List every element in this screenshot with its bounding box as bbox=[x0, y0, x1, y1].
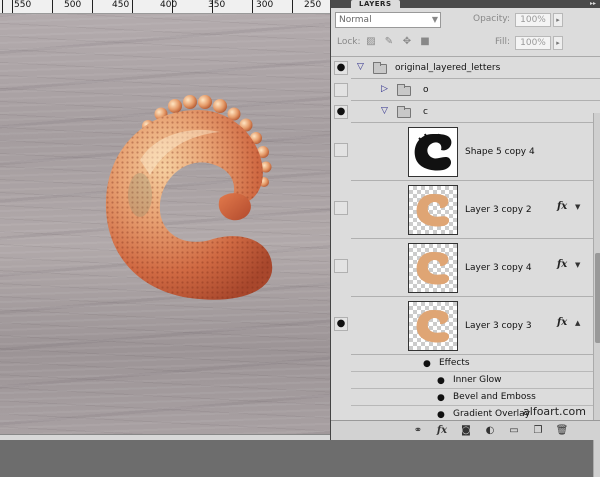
eye-icon[interactable]: ● bbox=[437, 410, 445, 420]
panel-tab-bar: LAYERS ▸▸ bbox=[331, 0, 600, 8]
layer-3-copy-3[interactable]: Layer 3 copy 3 fx ▲ bbox=[351, 297, 600, 355]
ruler-label: 400 bbox=[160, 0, 178, 10]
eye-icon: ● bbox=[336, 318, 346, 329]
layer-name: c bbox=[423, 107, 428, 117]
lock-pixels-icon[interactable]: ✎ bbox=[383, 36, 395, 48]
layer-list: ● ▽ original_layered_letters ▷ o ● ▽ c S… bbox=[331, 56, 600, 477]
effect-bevel-emboss[interactable]: ● Bevel and Emboss bbox=[351, 389, 600, 406]
visibility-toggle[interactable]: ● bbox=[334, 61, 348, 75]
letter-c-artwork bbox=[105, 95, 273, 300]
chevron-down-icon: ▼ bbox=[431, 15, 438, 24]
lock-position-icon[interactable]: ✥ bbox=[401, 36, 413, 48]
ruler-label: 450 bbox=[112, 0, 130, 10]
collapse-triangle-icon[interactable]: ▽ bbox=[357, 62, 364, 72]
blend-mode-value: Normal bbox=[339, 15, 372, 25]
visibility-toggle[interactable] bbox=[334, 143, 348, 157]
new-layer-icon[interactable]: ❐ bbox=[531, 424, 545, 438]
letter-thumbnail-icon bbox=[416, 194, 450, 227]
ruler-label: 250 bbox=[304, 0, 322, 10]
layer-thumbnail bbox=[408, 243, 458, 293]
layer-thumbnail bbox=[408, 185, 458, 235]
new-group-icon[interactable]: ▭ bbox=[507, 424, 521, 438]
opacity-field[interactable]: 100% bbox=[515, 13, 551, 27]
layer-group-o[interactable]: ▷ o bbox=[351, 79, 600, 101]
layer-thumbnail bbox=[408, 127, 458, 177]
lock-transparency-icon[interactable]: ▨ bbox=[365, 36, 377, 48]
fill-label: Fill: bbox=[495, 37, 511, 47]
eye-icon: ● bbox=[336, 62, 346, 73]
effect-name: Inner Glow bbox=[453, 375, 502, 385]
ruler-label: 550 bbox=[14, 0, 32, 10]
blend-mode-select[interactable]: Normal ▼ bbox=[335, 12, 441, 28]
layer-name: Layer 3 copy 2 bbox=[465, 205, 532, 215]
fill-field[interactable]: 100% bbox=[515, 36, 551, 50]
layers-panel: LAYERS ▸▸ Normal ▼ Opacity: 100% ▸ Lock:… bbox=[330, 0, 600, 477]
effects-label: Effects bbox=[439, 358, 470, 368]
chevron-up-icon[interactable]: ▲ bbox=[575, 319, 580, 327]
lock-label: Lock: bbox=[337, 37, 361, 47]
layer-3-copy-2[interactable]: Layer 3 copy 2 fx ▼ bbox=[351, 181, 600, 239]
opacity-slider-button[interactable]: ▸ bbox=[553, 13, 563, 27]
layer-3-copy-4[interactable]: Layer 3 copy 4 fx ▼ bbox=[351, 239, 600, 297]
layer-thumbnail bbox=[408, 301, 458, 351]
layer-name: original_layered_letters bbox=[395, 63, 501, 73]
visibility-toggle[interactable]: ● bbox=[334, 317, 348, 331]
letter-thumbnail-icon bbox=[416, 310, 450, 343]
letter-c-curl-tip bbox=[218, 193, 251, 221]
visibility-toggle[interactable]: ● bbox=[334, 105, 348, 119]
letter-thumbnail-icon bbox=[416, 252, 450, 285]
adjustment-icon[interactable]: ◐ bbox=[483, 424, 497, 438]
blend-controls: Normal ▼ Opacity: 100% ▸ bbox=[331, 10, 600, 30]
eye-icon: ● bbox=[336, 106, 346, 117]
layer-group-original-layered-letters[interactable]: ▽ original_layered_letters bbox=[351, 57, 600, 79]
ruler-label: 350 bbox=[208, 0, 226, 10]
folder-icon bbox=[397, 106, 411, 118]
letter-c-shade bbox=[128, 173, 152, 217]
expand-triangle-icon[interactable]: ▷ bbox=[381, 84, 388, 94]
folder-icon bbox=[373, 62, 387, 74]
layer-name: Shape 5 copy 4 bbox=[465, 147, 535, 157]
scrollbar-thumb[interactable] bbox=[595, 253, 600, 343]
eye-icon[interactable]: ● bbox=[437, 393, 445, 403]
chevron-down-icon[interactable]: ▼ bbox=[575, 261, 580, 269]
layer-name: Layer 3 copy 3 bbox=[465, 321, 532, 331]
panel-bottom-toolbar: ⚭ fx ◙ ◐ ▭ ❐ 🗑 bbox=[331, 420, 600, 440]
effect-inner-glow[interactable]: ● Inner Glow bbox=[351, 372, 600, 389]
chevron-down-icon[interactable]: ▼ bbox=[575, 203, 580, 211]
link-icon[interactable]: ⚭ bbox=[411, 424, 425, 438]
effect-name: Bevel and Emboss bbox=[453, 392, 536, 402]
canvas-area[interactable]: 550 500 450 400 350 300 250 bbox=[0, 0, 330, 440]
layer-name: Layer 3 copy 4 bbox=[465, 263, 532, 273]
horizontal-ruler: 550 500 450 400 350 300 250 bbox=[0, 0, 330, 14]
eye-icon[interactable]: ● bbox=[437, 376, 445, 386]
opacity-label: Opacity: bbox=[473, 14, 510, 24]
ruler-label: 500 bbox=[64, 0, 82, 10]
watermark: alfoart.com bbox=[523, 405, 586, 418]
effect-name: Gradient Overlay bbox=[453, 409, 531, 419]
visibility-toggle[interactable] bbox=[334, 201, 348, 215]
fx-icon[interactable]: fx bbox=[557, 259, 567, 270]
lock-all-icon[interactable]: ■ bbox=[419, 36, 431, 48]
visibility-toggle[interactable] bbox=[334, 259, 348, 273]
lock-controls: Lock: ▨ ✎ ✥ ■ Fill: 100% ▸ bbox=[331, 33, 600, 53]
layer-name: o bbox=[423, 85, 429, 95]
folder-icon bbox=[397, 84, 411, 96]
tab-layers[interactable]: LAYERS bbox=[351, 0, 400, 8]
effects-header-row[interactable]: ● Effects bbox=[351, 355, 600, 372]
ruler-label: 300 bbox=[256, 0, 274, 10]
shape-thumbnail-icon bbox=[409, 128, 457, 176]
panel-menu-icon[interactable]: ▸▸ bbox=[590, 0, 596, 8]
fx-icon[interactable]: fx bbox=[557, 317, 567, 328]
fx-icon[interactable]: fx bbox=[435, 424, 449, 438]
mask-icon[interactable]: ◙ bbox=[459, 424, 473, 438]
layer-shape-5-copy-4[interactable]: Shape 5 copy 4 bbox=[351, 123, 600, 181]
fx-icon[interactable]: fx bbox=[557, 201, 567, 212]
canvas-status-bar bbox=[0, 434, 330, 440]
eye-icon[interactable]: ● bbox=[423, 359, 431, 369]
layer-group-c[interactable]: ▽ c bbox=[351, 101, 600, 123]
fill-slider-button[interactable]: ▸ bbox=[553, 36, 563, 50]
trash-icon[interactable]: 🗑 bbox=[555, 424, 569, 438]
collapse-triangle-icon[interactable]: ▽ bbox=[381, 106, 388, 116]
visibility-toggle[interactable] bbox=[334, 83, 348, 97]
